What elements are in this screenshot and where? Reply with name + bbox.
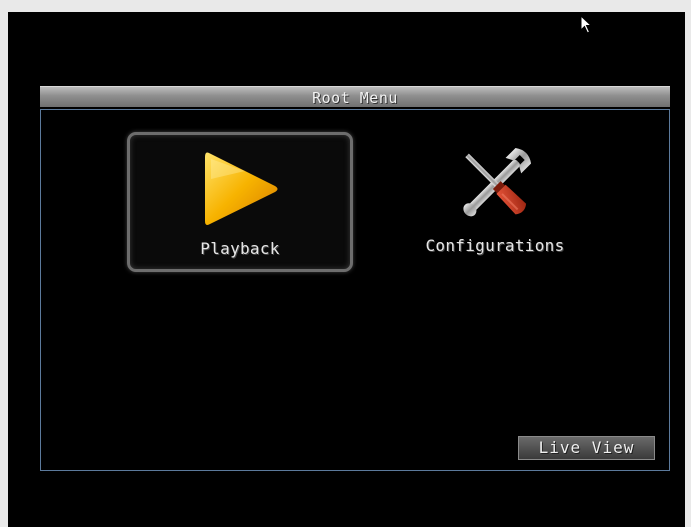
- menu-item-configurations[interactable]: Configurations: [382, 132, 608, 272]
- window-title: Root Menu: [312, 89, 398, 107]
- tools-icon: [382, 146, 608, 226]
- root-menu-window: Root Menu Playback Configurations: [40, 86, 670, 471]
- screen: Root Menu Playback Configurations Live V…: [0, 0, 691, 527]
- screen-left-edge: [0, 0, 8, 527]
- screen-right-edge: [685, 0, 691, 527]
- live-view-button[interactable]: Live View: [518, 436, 655, 460]
- menu-body: Playback Configurations: [40, 109, 670, 471]
- title-bar: Root Menu: [40, 86, 670, 107]
- play-icon: [130, 149, 350, 229]
- menu-item-playback[interactable]: Playback: [127, 132, 353, 272]
- mouse-cursor-icon: [580, 14, 594, 35]
- screen-top-edge: [0, 0, 691, 12]
- menu-item-label: Configurations: [425, 236, 565, 255]
- menu-item-label: Playback: [200, 239, 280, 258]
